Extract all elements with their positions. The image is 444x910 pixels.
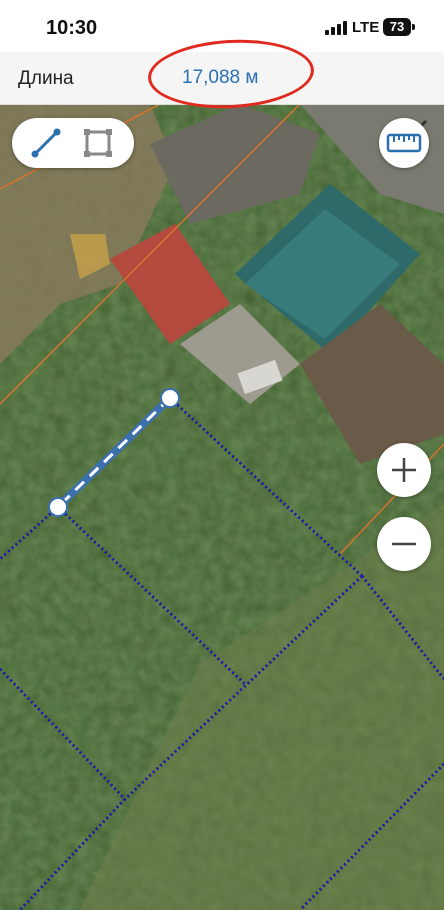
measure-label: Длина xyxy=(18,68,74,89)
status-bar: 10:30 LTE 73 xyxy=(0,0,444,52)
line-tool-button[interactable] xyxy=(26,123,66,163)
battery-icon: 73 xyxy=(383,18,411,36)
battery-level: 73 xyxy=(389,19,405,34)
plus-icon xyxy=(392,458,416,482)
measure-header: Длина 17,088 м xyxy=(0,52,444,140)
network-type: LTE xyxy=(352,19,380,36)
status-time: 10:30 xyxy=(46,17,98,39)
area-tool-button[interactable] xyxy=(78,123,118,163)
battery-tip xyxy=(412,24,415,30)
zoom-out-button[interactable] xyxy=(377,517,431,571)
measurement-line[interactable] xyxy=(0,104,444,910)
signal-icon xyxy=(325,21,347,35)
measure-point-start[interactable] xyxy=(48,497,68,517)
line-tool-icon xyxy=(31,128,61,158)
minus-icon xyxy=(392,542,416,546)
ruler-icon xyxy=(386,133,422,153)
area-tool-icon xyxy=(84,129,112,157)
measure-point-end[interactable] xyxy=(160,388,180,408)
zoom-in-button[interactable] xyxy=(377,443,431,497)
measure-value: 17,088 м xyxy=(182,67,259,88)
satellite-map[interactable] xyxy=(0,104,444,910)
measure-mode-toggle xyxy=(12,118,134,168)
ruler-button[interactable] xyxy=(379,118,429,168)
